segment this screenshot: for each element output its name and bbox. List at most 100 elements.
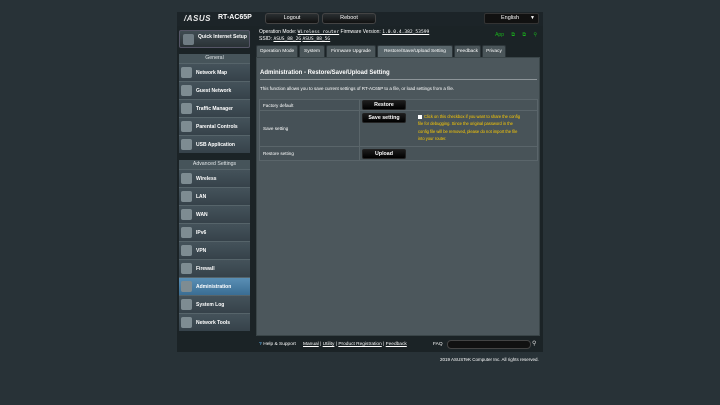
usb-application-icon bbox=[181, 139, 192, 150]
guest-network-icon bbox=[181, 85, 192, 96]
restore-setting-row: Restore setting Upload bbox=[259, 146, 538, 161]
sidebar-item-label: Network Tools bbox=[196, 320, 231, 326]
sidebar-item-label: IPv6 bbox=[196, 230, 207, 236]
page-title: Administration - Restore/Save/Upload Set… bbox=[260, 70, 390, 76]
feedback-link[interactable]: Feedback bbox=[386, 342, 407, 347]
tab-privacy[interactable]: Privacy bbox=[482, 45, 506, 57]
sidebar-item-label: Wireless bbox=[196, 176, 217, 182]
language-select[interactable]: English ▼ bbox=[484, 13, 539, 24]
app-label[interactable]: App bbox=[495, 32, 504, 38]
model-name: RT-AC65P bbox=[218, 14, 252, 21]
firewall-icon bbox=[181, 263, 192, 274]
sidebar-item-guest-network[interactable]: Guest Network bbox=[179, 81, 250, 99]
op-mode-link[interactable]: Wireless router bbox=[298, 30, 340, 35]
ipv6-icon bbox=[181, 227, 192, 238]
page-description: This function allows you to save current… bbox=[260, 86, 455, 91]
main-content: Administration - Restore/Save/Upload Set… bbox=[256, 57, 540, 336]
administration-icon bbox=[181, 281, 192, 292]
advanced-header: Advanced Settings bbox=[179, 160, 250, 169]
help-icon: ? bbox=[259, 342, 262, 347]
factory-default-cell: Restore bbox=[359, 99, 538, 111]
sidebar-item-system-log[interactable]: System Log bbox=[179, 295, 250, 313]
tab-feedback[interactable]: Feedback bbox=[454, 45, 481, 57]
faq-label: FAQ bbox=[433, 342, 443, 347]
sidebar-item-wireless[interactable]: Wireless bbox=[179, 169, 250, 187]
sidebar-item-traffic-manager[interactable]: Traffic Manager bbox=[179, 99, 250, 117]
usb-icon[interactable]: ⚲ bbox=[533, 32, 537, 38]
save-setting-label: Save setting bbox=[259, 110, 360, 147]
general-panel: General Network Map Guest Network Traffi… bbox=[179, 54, 250, 153]
sidebar-item-label: Traffic Manager bbox=[196, 106, 233, 112]
quick-internet-setup-button[interactable]: Quick Internet Setup bbox=[179, 30, 250, 48]
ssid-2g-link[interactable]: ASUS_88_2G bbox=[273, 37, 301, 42]
quick-setup-label: Quick Internet Setup bbox=[198, 34, 247, 40]
sidebar-item-label: Guest Network bbox=[196, 88, 232, 94]
upload-button[interactable]: Upload bbox=[362, 148, 406, 159]
tab-firmware-upgrade[interactable]: Firmware Upgrade bbox=[326, 45, 376, 57]
reboot-button[interactable]: Reboot bbox=[322, 13, 376, 24]
copyright-text: 2019 ASUSTeK Computer Inc. All rights re… bbox=[440, 357, 539, 362]
sidebar-item-usb-application[interactable]: USB Application bbox=[179, 135, 250, 153]
sidebar-item-ipv6[interactable]: IPv6 bbox=[179, 223, 250, 241]
status-icons: App ⧉ ⧉ ⚲ bbox=[489, 32, 537, 38]
internet-status-icon[interactable]: ⧉ bbox=[522, 32, 526, 38]
ssid-label: SSID: bbox=[259, 36, 273, 42]
firmware-label: Firmware Version: bbox=[340, 29, 381, 35]
save-setting-cell: Save setting Click on this checkbox if y… bbox=[359, 110, 538, 147]
sidebar-item-label: USB Application bbox=[196, 142, 235, 148]
ssid-5g-link[interactable]: ASUS_88_5G bbox=[303, 37, 331, 42]
firmware-link[interactable]: 1.0.0.4.382_53599 bbox=[382, 30, 429, 35]
sidebar-item-label: Parental Controls bbox=[196, 124, 238, 130]
sidebar-item-network-tools[interactable]: Network Tools bbox=[179, 313, 250, 331]
sidebar-item-lan[interactable]: LAN bbox=[179, 187, 250, 205]
tab-restore-save-upload[interactable]: Restore/Save/Upload Setting bbox=[377, 45, 453, 57]
restore-button[interactable]: Restore bbox=[362, 100, 406, 110]
sidebar-item-label: System Log bbox=[196, 302, 225, 308]
asus-logo: /ASUS bbox=[184, 14, 211, 23]
tab-system[interactable]: System bbox=[299, 45, 325, 57]
top-bar: /ASUS RT-AC65P Logout Reboot English ▼ bbox=[177, 12, 543, 26]
faq-search-input[interactable] bbox=[447, 340, 531, 349]
sidebar-item-label: WAN bbox=[196, 212, 208, 218]
restore-setting-cell: Upload bbox=[359, 146, 538, 161]
save-setting-button[interactable]: Save setting bbox=[362, 113, 406, 123]
sidebar-item-network-map[interactable]: Network Map bbox=[179, 63, 250, 81]
router-admin-frame: /ASUS RT-AC65P Logout Reboot English ▼ O… bbox=[177, 12, 543, 352]
vpn-icon bbox=[181, 245, 192, 256]
op-mode-label: Operation Mode: bbox=[259, 29, 297, 35]
sidebar-item-wan[interactable]: WAN bbox=[179, 205, 250, 223]
sidebar-item-label: Network Map bbox=[196, 70, 228, 76]
lan-icon bbox=[181, 191, 192, 202]
logout-button[interactable]: Logout bbox=[265, 13, 319, 24]
manual-link[interactable]: Manual bbox=[303, 342, 319, 347]
advanced-panel: Advanced Settings Wireless LAN WAN IPv6 … bbox=[179, 160, 250, 331]
footer-links: Manual | Utility | Product Registration … bbox=[303, 342, 407, 347]
settings-table: Factory default Restore Save setting Sav… bbox=[259, 99, 538, 161]
sidebar-item-administration[interactable]: Administration bbox=[179, 277, 250, 295]
traffic-manager-icon bbox=[181, 103, 192, 114]
chevron-down-icon: ▼ bbox=[530, 15, 535, 21]
product-registration-link[interactable]: Product Registration bbox=[338, 342, 381, 347]
general-header: General bbox=[179, 54, 250, 63]
sidebar-item-label: Firewall bbox=[196, 266, 215, 272]
network-tools-icon bbox=[181, 317, 192, 328]
parental-controls-icon bbox=[181, 121, 192, 132]
help-support[interactable]: ? Help & Support bbox=[259, 342, 296, 347]
network-status-icon[interactable]: ⧉ bbox=[511, 32, 515, 38]
search-icon[interactable]: ⚲ bbox=[532, 340, 536, 347]
tab-operation-mode[interactable]: Operation Mode bbox=[256, 45, 298, 57]
sidebar-item-vpn[interactable]: VPN bbox=[179, 241, 250, 259]
language-value: English bbox=[501, 15, 520, 21]
share-config-checkbox[interactable] bbox=[418, 114, 422, 119]
title-divider bbox=[260, 79, 537, 80]
share-config-text: Click on this checkbox if you want to sh… bbox=[418, 114, 521, 141]
help-support-label: Help & Support bbox=[263, 342, 296, 347]
wireless-icon bbox=[181, 173, 192, 184]
sidebar-item-label: LAN bbox=[196, 194, 207, 200]
system-log-icon bbox=[181, 299, 192, 310]
sidebar-item-label: VPN bbox=[196, 248, 207, 254]
utility-link[interactable]: Utility bbox=[323, 342, 335, 347]
factory-default-label: Factory default bbox=[259, 99, 360, 111]
sidebar-item-parental-controls[interactable]: Parental Controls bbox=[179, 117, 250, 135]
sidebar-item-firewall[interactable]: Firewall bbox=[179, 259, 250, 277]
